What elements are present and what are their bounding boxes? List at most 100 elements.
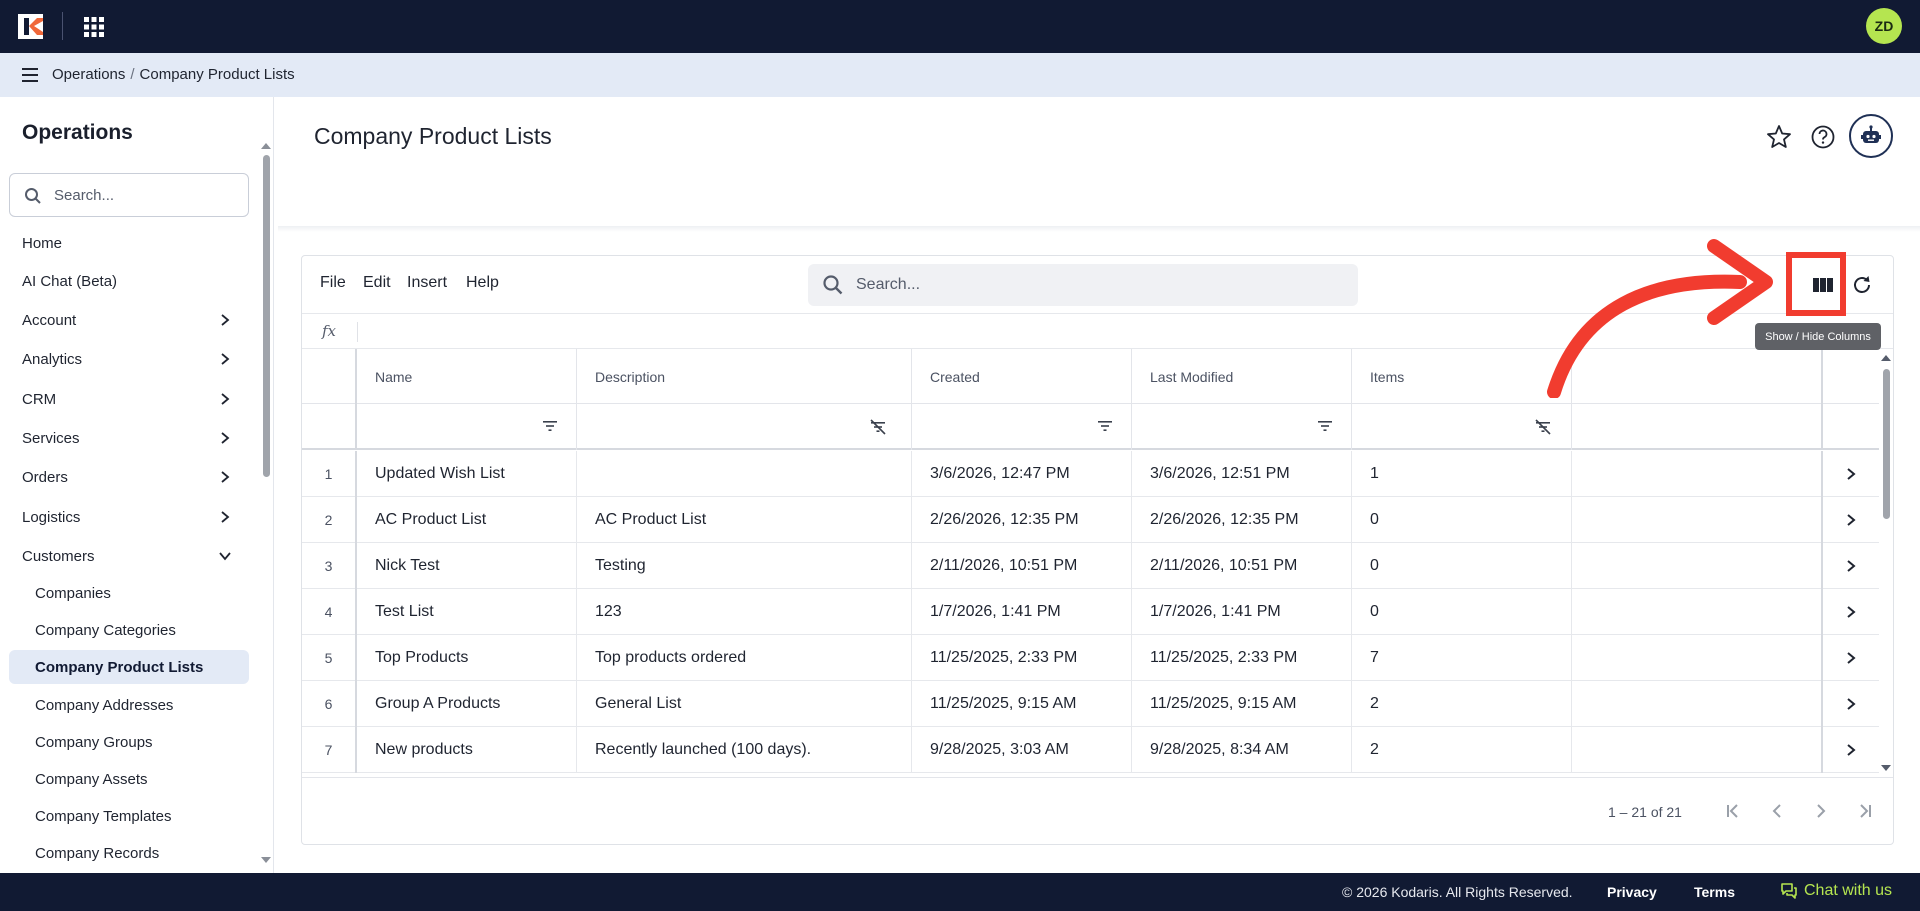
cell-created[interactable]: 1/7/2026, 1:41 PM [912, 589, 1132, 635]
scroll-down-icon[interactable] [1879, 763, 1893, 773]
filter-cell-last-modified[interactable] [1132, 404, 1352, 450]
help-icon[interactable] [1809, 123, 1837, 151]
cell-last-modified[interactable]: 1/7/2026, 1:41 PM [1132, 589, 1352, 635]
hamburger-menu-icon[interactable] [20, 65, 42, 85]
open-row-button[interactable] [1823, 681, 1879, 727]
refresh-button[interactable] [1848, 271, 1876, 299]
cell-items[interactable]: 0 [1352, 497, 1572, 543]
sidebar-item-home[interactable]: Home [0, 225, 252, 261]
filter-off-icon[interactable] [869, 418, 887, 436]
sidebar-subitem-company-templates[interactable]: Company Templates [9, 799, 249, 833]
cell-last-modified[interactable]: 2/11/2026, 10:51 PM [1132, 543, 1352, 589]
next-page-button[interactable] [1807, 797, 1835, 825]
column-header-items[interactable]: Items [1352, 349, 1572, 404]
apps-grid-icon[interactable] [82, 15, 106, 39]
scroll-up-icon[interactable] [259, 141, 273, 151]
privacy-link[interactable]: Privacy [1607, 884, 1657, 900]
open-row-button[interactable] [1823, 635, 1879, 681]
cell-description[interactable] [577, 451, 912, 497]
scroll-up-icon[interactable] [1879, 353, 1893, 363]
sidebar-subitem-companies[interactable]: Companies [9, 576, 249, 610]
open-row-button[interactable] [1823, 543, 1879, 589]
sidebar-item-customers[interactable]: Customers [0, 538, 252, 574]
cell-name[interactable]: AC Product List [357, 497, 577, 543]
sidebar-subitem-company-addresses[interactable]: Company Addresses [9, 688, 249, 722]
cell-items[interactable]: 0 [1352, 589, 1572, 635]
table-row[interactable]: 4 Test List 123 1/7/2026, 1:41 PM 1/7/20… [302, 589, 1879, 635]
column-header-description[interactable]: Description [577, 349, 912, 404]
cell-created[interactable]: 11/25/2025, 9:15 AM [912, 681, 1132, 727]
sidebar-subitem-company-categories[interactable]: Company Categories [9, 613, 249, 647]
filter-cell-items[interactable] [1352, 404, 1572, 450]
cell-last-modified[interactable]: 2/26/2026, 12:35 PM [1132, 497, 1352, 543]
cell-items[interactable]: 2 [1352, 727, 1572, 773]
cell-description[interactable]: Recently launched (100 days). [577, 727, 912, 773]
cell-name[interactable]: Updated Wish List [357, 451, 577, 497]
table-row[interactable]: 2 AC Product List AC Product List 2/26/2… [302, 497, 1879, 543]
filter-off-icon[interactable] [1534, 418, 1552, 436]
sidebar-item-services[interactable]: Services [0, 420, 252, 456]
kodaris-logo[interactable] [18, 14, 43, 39]
cell-items[interactable]: 0 [1352, 543, 1572, 589]
cell-last-modified[interactable]: 3/6/2026, 12:51 PM [1132, 451, 1352, 497]
open-row-button[interactable] [1823, 727, 1879, 773]
cell-description[interactable]: General List [577, 681, 912, 727]
menu-help[interactable]: Help [466, 274, 499, 292]
scroll-down-icon[interactable] [259, 855, 273, 865]
table-row[interactable]: 1 Updated Wish List 3/6/2026, 12:47 PM 3… [302, 451, 1879, 497]
cell-items[interactable]: 7 [1352, 635, 1572, 681]
table-row[interactable]: 5 Top Products Top products ordered 11/2… [302, 635, 1879, 681]
previous-page-button[interactable] [1763, 797, 1791, 825]
sidebar-item-logistics[interactable]: Logistics [0, 499, 252, 535]
cell-created[interactable]: 3/6/2026, 12:47 PM [912, 451, 1132, 497]
filter-cell-created[interactable] [912, 404, 1132, 450]
cell-created[interactable]: 2/11/2026, 10:51 PM [912, 543, 1132, 589]
sidebar-scrollbar[interactable] [259, 141, 273, 863]
sidebar-scroll-thumb[interactable] [263, 155, 270, 477]
grid-search-input[interactable] [856, 274, 1316, 296]
cell-items[interactable]: 2 [1352, 681, 1572, 727]
last-page-button[interactable] [1851, 797, 1879, 825]
menu-edit[interactable]: Edit [363, 274, 391, 292]
sidebar-item-ai-chat[interactable]: AI Chat (Beta) [0, 263, 252, 299]
sidebar-subitem-company-assets[interactable]: Company Assets [9, 762, 249, 796]
cell-name[interactable]: Nick Test [357, 543, 577, 589]
cell-name[interactable]: New products [357, 727, 577, 773]
sidebar-subitem-company-groups[interactable]: Company Groups [9, 725, 249, 759]
cell-name[interactable]: Test List [357, 589, 577, 635]
sidebar-subitem-company-product-lists[interactable]: Company Product Lists [9, 650, 249, 684]
breadcrumb-operations[interactable]: Operations [52, 66, 125, 83]
sidebar-item-crm[interactable]: CRM [0, 381, 252, 417]
user-avatar[interactable]: ZD [1866, 8, 1902, 44]
terms-link[interactable]: Terms [1694, 884, 1735, 900]
menu-file[interactable]: File [320, 274, 346, 292]
cell-items[interactable]: 1 [1352, 451, 1572, 497]
filter-cell-name[interactable] [357, 404, 577, 450]
grid-scroll-thumb[interactable] [1883, 369, 1890, 519]
column-header-created[interactable]: Created [912, 349, 1132, 404]
cell-name[interactable]: Top Products [357, 635, 577, 681]
star-favorite-icon[interactable] [1765, 123, 1793, 151]
ai-assistant-button[interactable] [1849, 114, 1893, 158]
cell-name[interactable]: Group A Products [357, 681, 577, 727]
cell-created[interactable]: 9/28/2025, 3:03 AM [912, 727, 1132, 773]
cell-description[interactable]: Testing [577, 543, 912, 589]
sidebar-item-analytics[interactable]: Analytics [0, 341, 252, 377]
filter-icon[interactable] [542, 418, 558, 434]
cell-last-modified[interactable]: 9/28/2025, 8:34 AM [1132, 727, 1352, 773]
sidebar-subitem-company-records[interactable]: Company Records [9, 836, 249, 870]
open-row-button[interactable] [1823, 589, 1879, 635]
cell-description[interactable]: 123 [577, 589, 912, 635]
grid-scrollbar[interactable] [1879, 349, 1893, 777]
filter-icon[interactable] [1097, 418, 1113, 434]
cell-last-modified[interactable]: 11/25/2025, 2:33 PM [1132, 635, 1352, 681]
open-row-button[interactable] [1823, 451, 1879, 497]
cell-description[interactable]: AC Product List [577, 497, 912, 543]
table-row[interactable]: 6 Group A Products General List 11/25/20… [302, 681, 1879, 727]
first-page-button[interactable] [1719, 797, 1747, 825]
cell-created[interactable]: 2/26/2026, 12:35 PM [912, 497, 1132, 543]
table-row[interactable]: 3 Nick Test Testing 2/11/2026, 10:51 PM … [302, 543, 1879, 589]
sidebar-item-orders[interactable]: Orders [0, 459, 252, 495]
table-row[interactable]: 7 New products Recently launched (100 da… [302, 727, 1879, 773]
column-header-name[interactable]: Name [357, 349, 577, 404]
